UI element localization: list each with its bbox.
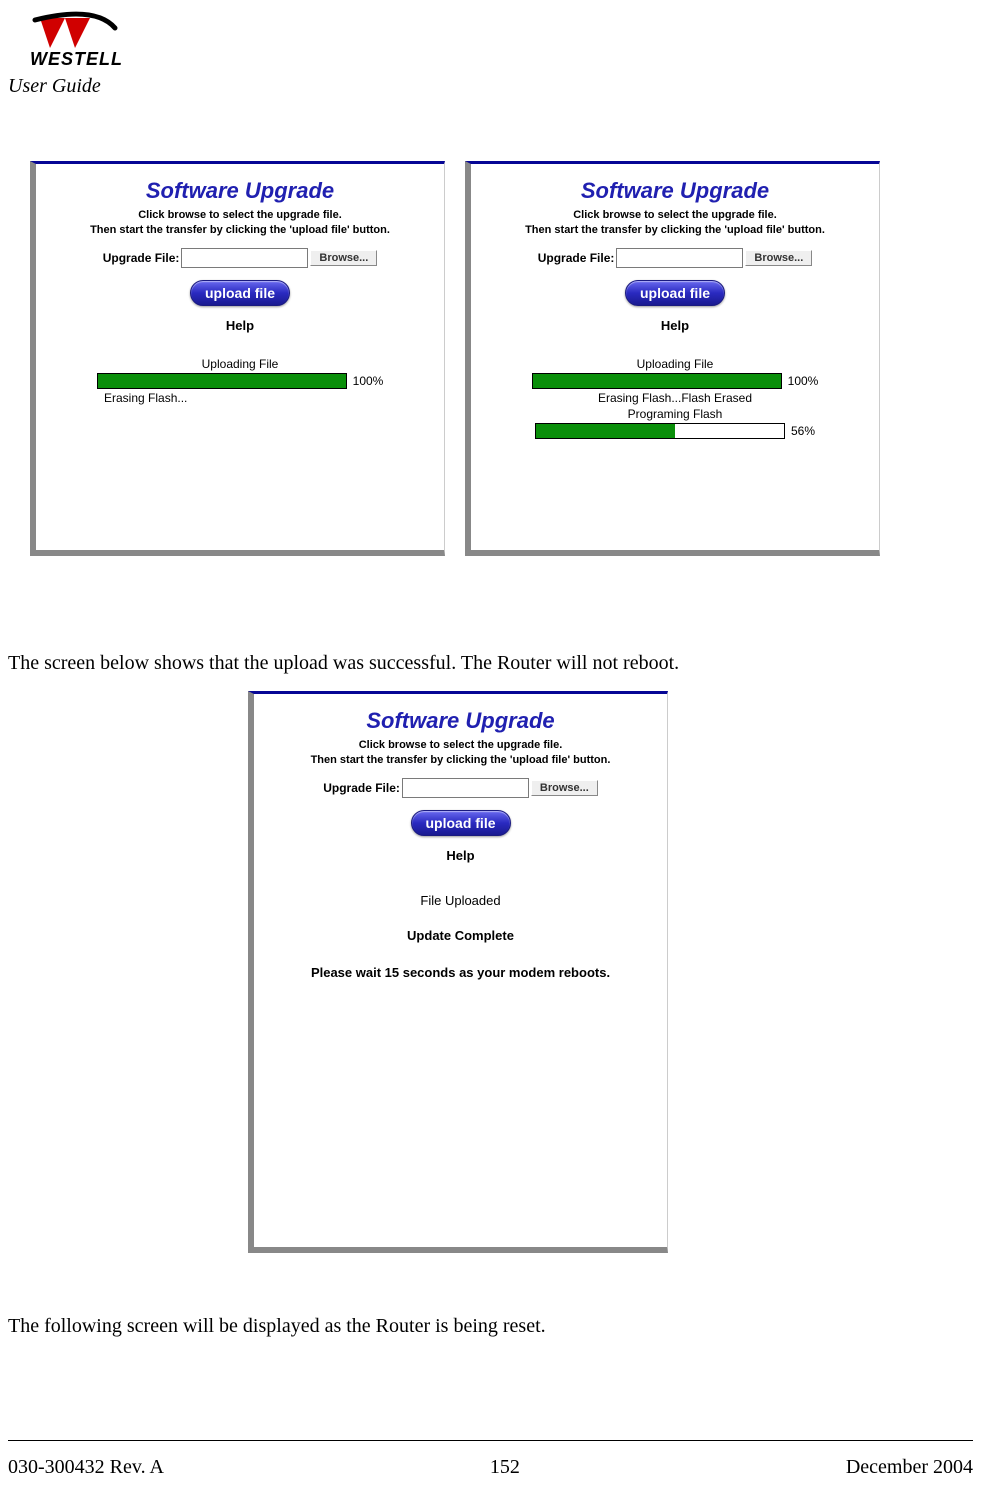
uploading-progress-pct: 100% [353, 374, 384, 388]
help-link[interactable]: Help [54, 318, 426, 333]
status-file-uploaded: File Uploaded [272, 893, 649, 908]
panel-instructions: Click browse to select the upgrade file.… [489, 208, 861, 238]
progress-section: Uploading File 100% Erasing Flash...Flas… [489, 357, 861, 439]
panel-title: Software Upgrade [272, 708, 649, 734]
footer: 030-300432 Rev. A 152 December 2004 [8, 1456, 973, 1479]
browse-button[interactable]: Browse... [745, 250, 812, 266]
programming-progress-fill [536, 424, 675, 438]
footer-date: December 2004 [846, 1456, 973, 1479]
screenshot-panel-programming: Software Upgrade Click browse to select … [465, 161, 880, 556]
brand-logo: WESTELL [30, 10, 160, 70]
upgrade-file-label: Upgrade File: [538, 251, 615, 265]
footer-rule [8, 1440, 973, 1441]
programming-progress-pct: 56% [791, 424, 815, 438]
uploading-progress-bar [532, 373, 782, 389]
programming-progress-bar [535, 423, 785, 439]
upload-file-button[interactable]: upload file [411, 810, 511, 836]
footer-page-number: 152 [490, 1456, 520, 1479]
help-link[interactable]: Help [489, 318, 861, 333]
progress-section: Uploading File 100% Erasing Flash... [54, 357, 426, 405]
paragraph-reset: The following screen will be displayed a… [8, 1315, 546, 1338]
footer-doc-ref: 030-300432 Rev. A [8, 1456, 164, 1479]
uploading-label: Uploading File [54, 357, 426, 371]
upgrade-file-input[interactable] [402, 778, 529, 798]
upload-file-button[interactable]: upload file [190, 280, 290, 306]
uploading-progress-pct: 100% [788, 374, 819, 388]
upgrade-file-row: Upgrade File: Browse... [272, 778, 649, 798]
screenshot-panel-complete: Software Upgrade Click browse to select … [248, 691, 668, 1253]
help-link[interactable]: Help [272, 848, 649, 863]
upgrade-file-row: Upgrade File: Browse... [54, 248, 426, 268]
browse-button[interactable]: Browse... [531, 780, 598, 796]
programming-label: Programing Flash [489, 407, 861, 421]
westell-logo-icon: WESTELL [30, 10, 160, 70]
status-please-wait: Please wait 15 seconds as your modem reb… [272, 965, 649, 980]
page: WESTELL User Guide Software Upgrade Clic… [0, 0, 981, 1493]
upgrade-file-label: Upgrade File: [323, 781, 400, 795]
uploading-progress-bar [97, 373, 347, 389]
panel-title: Software Upgrade [489, 178, 861, 204]
panel-instructions: Click browse to select the upgrade file.… [272, 738, 649, 768]
upload-file-button[interactable]: upload file [625, 280, 725, 306]
upgrade-file-input[interactable] [616, 248, 743, 268]
screenshot-panel-uploading: Software Upgrade Click browse to select … [30, 161, 445, 556]
brand-text: WESTELL [30, 49, 123, 69]
uploading-progress-fill [98, 374, 346, 388]
paragraph-success: The screen below shows that the upload w… [8, 652, 679, 675]
status-text: Erasing Flash... [104, 391, 426, 405]
upgrade-file-input[interactable] [181, 248, 308, 268]
header-subtitle: User Guide [8, 75, 101, 98]
status-update-complete: Update Complete [272, 928, 649, 943]
panel-title: Software Upgrade [54, 178, 426, 204]
browse-button[interactable]: Browse... [310, 250, 377, 266]
uploading-progress-fill [533, 374, 781, 388]
upgrade-file-label: Upgrade File: [103, 251, 180, 265]
uploading-label: Uploading File [489, 357, 861, 371]
upgrade-file-row: Upgrade File: Browse... [489, 248, 861, 268]
status-text: Erasing Flash...Flash Erased [489, 391, 861, 405]
panel-instructions: Click browse to select the upgrade file.… [54, 208, 426, 238]
